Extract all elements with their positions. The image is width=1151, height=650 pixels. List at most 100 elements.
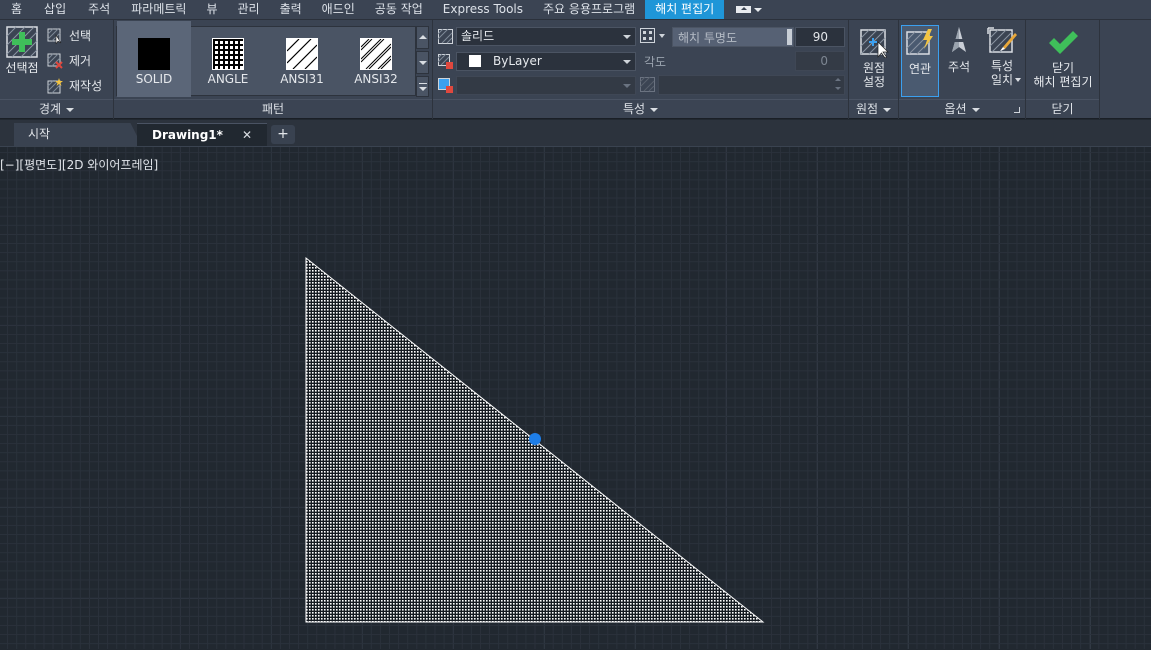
tab-view[interactable]: 뷰 (196, 0, 227, 19)
pattern-gallery-scroll-up[interactable] (416, 26, 429, 49)
tab-collaborate[interactable]: 공동 작업 (365, 0, 433, 19)
transparency-type-button[interactable] (640, 28, 668, 45)
match-properties-icon (987, 27, 1017, 53)
chevron-down-icon (650, 107, 659, 112)
angle-label: 각도 (644, 55, 667, 69)
panel-boundary: 선택점 선택 제거 재작성 경계 (0, 20, 114, 119)
chevron-down-icon (419, 61, 427, 65)
tab-output[interactable]: 출력 (270, 0, 312, 19)
tab-start[interactable]: 시작 (14, 123, 142, 146)
panel-options-title-text: 옵션 (944, 102, 967, 116)
chevron-down-icon (754, 7, 763, 12)
tab-drawing1-label: Drawing1* (152, 128, 223, 142)
recreate-boundary-button[interactable]: 재작성 (47, 77, 102, 94)
tab-hatch-editor[interactable]: 해치 편집기 (645, 0, 725, 19)
pick-points-button[interactable]: 선택점 (2, 26, 42, 75)
new-tab-button[interactable]: + (271, 125, 295, 144)
recreate-boundary-icon (47, 77, 63, 93)
ribbon-minimize-button[interactable] (724, 0, 774, 19)
spinner-up-icon[interactable] (835, 78, 841, 81)
transparency-icon (640, 28, 655, 43)
panel-close-title: 닫기 (1026, 99, 1099, 119)
tab-express-tools[interactable]: Express Tools (433, 0, 533, 19)
transparency-slider-handle[interactable] (787, 29, 792, 45)
hatch-grip[interactable] (529, 433, 541, 445)
set-origin-icon (860, 29, 889, 58)
hatch-type-select[interactable]: 솔리드 (456, 27, 636, 46)
tab-annotate[interactable]: 주석 (77, 0, 121, 19)
tab-parametric[interactable]: 파라메트릭 (121, 0, 196, 19)
spinner-down-icon[interactable] (835, 87, 841, 90)
associative-label: 연관 (908, 62, 932, 76)
ribbon-tab-bar: 홈 삽입 주석 파라메트릭 뷰 관리 출력 애드인 공동 작업 Express … (0, 0, 1151, 19)
pattern-gallery-scroll-down[interactable] (416, 51, 429, 74)
pattern-gallery: SOLID ANGLE ANSI31 ANSI32 (116, 21, 416, 97)
dialog-launcher-icon[interactable] (1014, 107, 1020, 113)
hatch-type-icon (438, 29, 453, 44)
ribbon: 선택점 선택 제거 재작성 경계 SOLID ANGLE ANSI31 ANSI… (0, 19, 1151, 119)
pattern-gallery-expand[interactable] (416, 76, 429, 97)
scale-value-field[interactable] (658, 75, 845, 95)
panel-properties-title[interactable]: 특성 (433, 99, 848, 119)
drawing-canvas[interactable]: [−][평면도][2D 와이어프레임] (0, 146, 1151, 649)
document-tab-bar: 시작 Drawing1* ✕ + (0, 120, 1151, 146)
panel-close: 닫기 해치 편집기 닫기 (1026, 20, 1100, 119)
panel-boundary-title[interactable]: 경계 (0, 99, 113, 119)
angle-value: 0 (820, 54, 828, 68)
transparency-value-field[interactable]: 90 (795, 27, 845, 47)
hatch-type-value: 솔리드 (461, 29, 495, 43)
panel-boundary-title-text: 경계 (38, 102, 62, 116)
pattern-ansi32[interactable]: ANSI32 (339, 21, 413, 97)
scale-icon (640, 77, 655, 92)
transparency-label: 해치 투명도 (678, 31, 738, 45)
tab-featured-apps[interactable]: 주요 응용프로그램 (533, 0, 645, 19)
chevron-down-icon (623, 35, 631, 39)
background-color-select[interactable] (456, 76, 636, 95)
panel-pattern: SOLID ANGLE ANSI31 ANSI32 패턴 (114, 20, 433, 119)
pattern-ansi31-label: ANSI31 (280, 72, 324, 86)
panel-origin-title[interactable]: 원점 (849, 99, 898, 119)
angle-value-field[interactable]: 0 (795, 51, 845, 71)
select-boundary-button[interactable]: 선택 (47, 27, 91, 44)
set-origin-label: 원점 설정 (862, 61, 886, 89)
hatch-color-icon (438, 54, 453, 69)
tab-start-label: 시작 (28, 127, 51, 141)
tab-home[interactable]: 홈 (0, 0, 33, 19)
pattern-angle-label: ANGLE (207, 72, 249, 86)
select-objects-icon (47, 28, 62, 44)
chevron-down-icon (971, 107, 980, 112)
match-properties-button[interactable]: 특성 일치 (981, 26, 1023, 87)
panel-properties: 솔리드 ByLayer 해치 투명도 90 각도 0 특성 (433, 20, 849, 119)
tab-manage[interactable]: 관리 (227, 0, 269, 19)
tab-drawing1[interactable]: Drawing1* ✕ (137, 123, 267, 146)
close-hatch-editor-button[interactable]: 닫기 해치 편집기 (1028, 28, 1098, 89)
pattern-solid[interactable]: SOLID (117, 21, 191, 97)
panel-properties-title-text: 특성 (622, 102, 646, 116)
set-origin-button[interactable]: 원점 설정 (851, 28, 897, 89)
panel-options-title[interactable]: 옵션 (899, 99, 1025, 119)
hatch-color-select[interactable]: ByLayer (456, 52, 636, 71)
panel-pattern-title: 패턴 (114, 99, 432, 119)
panel-options: 연관 주석 특성 일치 옵션 (899, 20, 1026, 119)
tab-addins[interactable]: 애드인 (312, 0, 365, 19)
chevron-down-icon (623, 84, 631, 88)
pattern-angle[interactable]: ANGLE (191, 21, 265, 97)
pattern-solid-label: SOLID (135, 72, 173, 86)
pattern-ansi32-swatch (360, 38, 392, 70)
color-swatch (469, 55, 481, 67)
remove-label: 제거 (69, 54, 92, 68)
remove-boundary-button[interactable]: 제거 (47, 52, 91, 69)
tab-insert[interactable]: 삽입 (33, 0, 77, 19)
transparency-slider[interactable]: 해치 투명도 (672, 27, 794, 47)
panel-close-title-text: 닫기 (1051, 102, 1074, 116)
checkmark-icon (1049, 31, 1078, 54)
close-icon[interactable]: ✕ (242, 124, 252, 146)
pick-points-icon (6, 26, 38, 58)
panel-origin-title-text: 원점 (855, 102, 879, 116)
annotative-button[interactable]: 주석 (941, 26, 977, 74)
chevron-down-icon (659, 34, 665, 38)
annotative-label: 주석 (947, 60, 971, 74)
pattern-ansi31[interactable]: ANSI31 (265, 21, 339, 97)
recreate-label: 재작성 (69, 79, 103, 93)
associative-button[interactable]: 연관 (901, 25, 939, 97)
